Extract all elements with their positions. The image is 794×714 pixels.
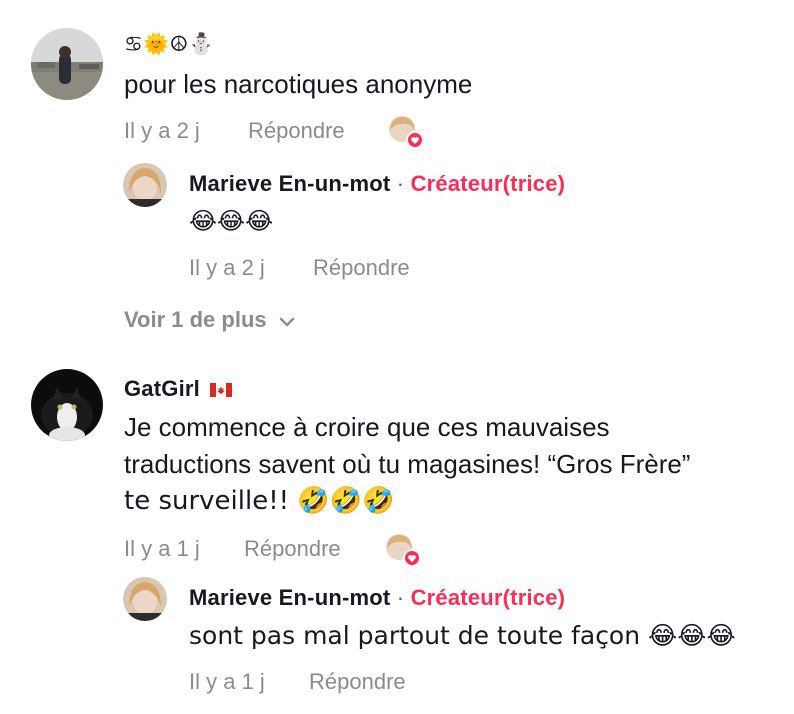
username-emojis[interactable]: ♋🌞☮⛄ (124, 32, 215, 57)
comment-text: pour les narcotiques anonyme (124, 69, 473, 99)
creator-avatar[interactable] (123, 163, 167, 207)
username[interactable]: GatGirl (124, 376, 200, 401)
comment-timestamp: Il y a 1 j (124, 536, 200, 561)
reply-button[interactable]: Répondre (248, 118, 345, 144)
comment-text-line: te surveille!! 🤣🤣🤣 (124, 486, 395, 516)
creator-liked-icon (388, 115, 424, 151)
creator-username[interactable]: Marieve En-un-mot (189, 585, 390, 610)
chevron-down-icon (279, 308, 295, 334)
reply-timestamp: Il y a 1 j (189, 669, 265, 694)
reply-button[interactable]: Répondre (244, 536, 341, 562)
creator-badge: Créateur(trice) (410, 171, 566, 196)
separator-dot: · (396, 585, 405, 610)
reply-header: Marieve En-un-mot · Créateur(trice) (189, 585, 565, 611)
comment-text-line: Je commence à croire que ces mauvaises (124, 412, 610, 442)
reply-header: Marieve En-un-mot · Créateur(trice) (189, 171, 565, 197)
canada-flag-icon (210, 377, 233, 403)
reply-text: 😂😂😂 (189, 207, 274, 235)
reply-button[interactable]: Répondre (313, 255, 410, 281)
reply-button[interactable]: Répondre (309, 669, 406, 695)
comment-header: GatGirl (124, 376, 233, 403)
view-more-replies[interactable]: Voir 1 de plus (124, 307, 295, 334)
comment-text: Je commence à croire que ces mauvaises t… (124, 409, 690, 520)
comment-text-line: traductions savent où tu magasines! “Gro… (124, 449, 691, 479)
creator-badge: Créateur(trice) (410, 585, 566, 610)
reply-timestamp: Il y a 2 j (189, 255, 265, 280)
user-avatar[interactable] (31, 369, 103, 441)
creator-liked-icon (385, 533, 421, 569)
creator-username[interactable]: Marieve En-un-mot (189, 171, 390, 196)
separator-dot: · (396, 171, 405, 196)
reply-text: sont pas mal partout de toute façon 😂😂😂 (189, 621, 736, 650)
creator-avatar[interactable] (123, 577, 167, 621)
view-more-label: Voir 1 de plus (124, 307, 267, 332)
comment-timestamp: Il y a 2 j (124, 118, 200, 143)
user-avatar[interactable] (31, 28, 103, 100)
